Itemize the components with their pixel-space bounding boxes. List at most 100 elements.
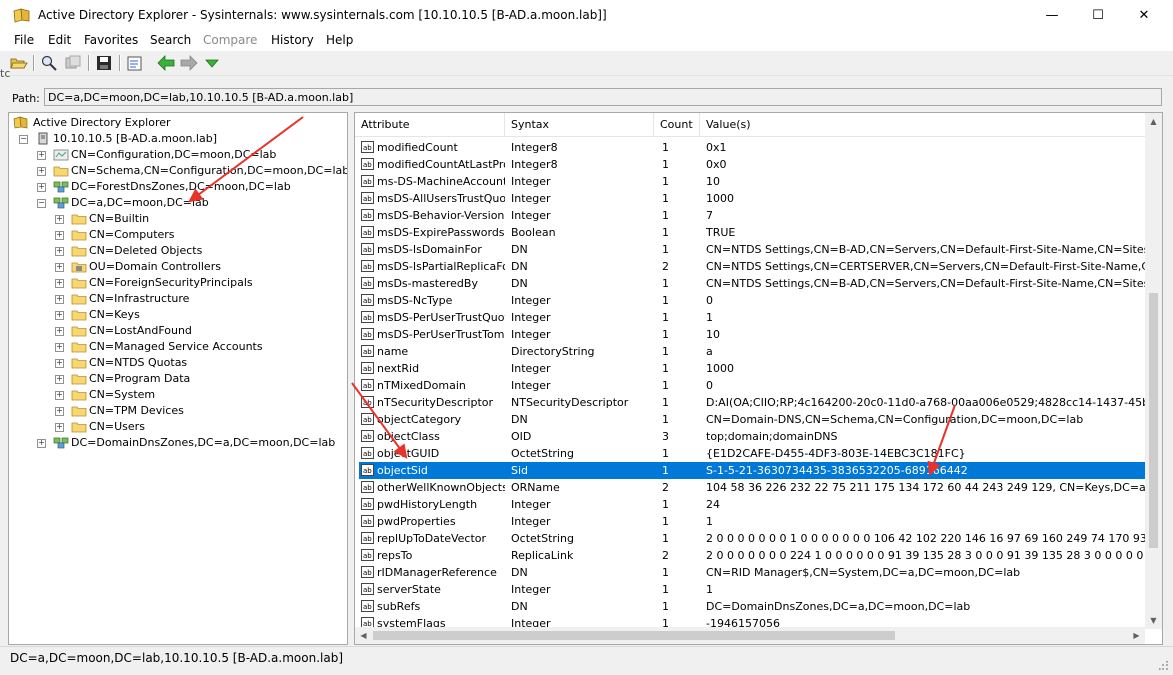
disconnect-icon[interactable] [64, 54, 82, 72]
scroll-up-icon[interactable]: ▲ [1145, 113, 1162, 130]
tree-node[interactable]: + CN=TPM Devices [55, 403, 343, 419]
save-icon[interactable] [95, 54, 113, 72]
object-tree[interactable]: Active Directory Explorer − 10.10.10.5 [… [8, 112, 348, 645]
attribute-row[interactable]: ab objectGUID OctetString 1 {E1D2CAFE-D455-4… [359, 445, 1145, 462]
attribute-row[interactable]: ab objectClass OID 3 top;domain;domainDNS [359, 428, 1145, 445]
properties-icon[interactable] [126, 54, 144, 72]
attribute-row[interactable]: ab rIDManagerReference DN 1 CN=RID Manager$,… [359, 564, 1145, 581]
attribute-row[interactable]: ab msDS-AllUsersTrustQuota Integer 1 1000 [359, 190, 1145, 207]
tree-root[interactable]: Active Directory Explorer [13, 115, 343, 131]
menu-search[interactable]: Search [150, 33, 191, 47]
tree-node[interactable]: + CN=ForeignSecurityPrincipals [55, 275, 343, 291]
tree-node[interactable]: + CN=Managed Service Accounts [55, 339, 343, 355]
horizontal-scroll-thumb[interactable] [373, 631, 895, 640]
scroll-left-icon[interactable]: ◀ [355, 627, 372, 644]
tree-node[interactable]: + CN=Computers [55, 227, 343, 243]
expand-icon[interactable]: + [55, 327, 64, 336]
minimize-button[interactable]: — [1029, 0, 1075, 31]
expand-icon[interactable]: + [55, 407, 64, 416]
column-attribute[interactable]: Attribute [355, 113, 505, 137]
tree-node[interactable]: + OU=Domain Controllers [55, 259, 343, 275]
attribute-row[interactable]: ab msDs-masteredBy DN 1 CN=NTDS Settings,CN=… [359, 275, 1145, 292]
attribute-row[interactable]: ab nextRid Integer 1 1000 [359, 360, 1145, 377]
horizontal-scrollbar[interactable]: ◀ ▶ [355, 627, 1145, 644]
attribute-row[interactable]: ab msDS-IsDomainFor DN 1 CN=NTDS Settings,CN… [359, 241, 1145, 258]
column-syntax[interactable]: Syntax [505, 113, 654, 137]
column-values[interactable]: Value(s) [700, 113, 1145, 137]
attribute-row[interactable]: ab name DirectoryString 1 a [359, 343, 1145, 360]
vertical-scroll-thumb[interactable] [1149, 293, 1158, 548]
attribute-row[interactable]: ab modifiedCount Integer8 1 0x1 [359, 139, 1145, 156]
expand-icon[interactable]: + [37, 183, 46, 192]
attribute-row[interactable]: ab pwdProperties Integer 1 1 [359, 513, 1145, 530]
attribute-row[interactable]: ab nTSecurityDescriptor NTSecurityDescript… [359, 394, 1145, 411]
tree-node[interactable]: + CN=Deleted Objects [55, 243, 343, 259]
attribute-row[interactable]: ab modifiedCountAtLastProm Integer8 1 0x0 [359, 156, 1145, 173]
expand-icon[interactable]: + [55, 279, 64, 288]
connect-icon[interactable] [40, 54, 58, 72]
attribute-row[interactable]: ab msDS-PerUserTrustTom... Integer 1 10 [359, 326, 1145, 343]
tree-node[interactable]: + CN=Keys [55, 307, 343, 323]
attribute-row[interactable]: ab repsTo ReplicaLink 2 2 0 0 0 0 0 0 0 224 … [359, 547, 1145, 564]
attribute-row[interactable]: ab objectCategory DN 1 CN=Domain-DNS,CN=Sche… [359, 411, 1145, 428]
expand-icon[interactable]: + [55, 215, 64, 224]
attribute-row[interactable]: ab nTMixedDomain Integer 1 0 [359, 377, 1145, 394]
tree-node[interactable]: + CN=Infrastructure [55, 291, 343, 307]
menu-favorites[interactable]: Favorites [84, 33, 138, 47]
scroll-right-icon[interactable]: ▶ [1128, 627, 1145, 644]
expand-icon[interactable]: + [37, 439, 46, 448]
tree-server[interactable]: − 10.10.10.5 [B-AD.a.moon.lab] [19, 131, 343, 147]
resize-grip-icon[interactable] [1159, 661, 1169, 671]
vertical-scrollbar[interactable]: ▲ ▼ [1145, 113, 1162, 629]
menu-file[interactable]: File [14, 33, 34, 47]
path-field[interactable]: DC=a,DC=moon,DC=lab,10.10.10.5 [B-AD.a.m… [44, 88, 1162, 106]
expand-icon[interactable]: + [55, 263, 64, 272]
expand-icon[interactable]: + [55, 343, 64, 352]
collapse-icon[interactable]: − [37, 199, 46, 208]
attribute-row[interactable]: ab serverState Integer 1 1 [359, 581, 1145, 598]
menu-history[interactable]: History [271, 33, 314, 47]
tree-node[interactable]: + CN=LostAndFound [55, 323, 343, 339]
attribute-row[interactable]: ab pwdHistoryLength Integer 1 24 [359, 496, 1145, 513]
tree-node[interactable]: + CN=Users [55, 419, 343, 435]
expand-icon[interactable]: + [55, 231, 64, 240]
tree-node[interactable]: + CN=Configuration,DC=moon,DC=lab [37, 147, 343, 163]
tree-node[interactable]: − DC=a,DC=moon,DC=lab [37, 195, 343, 211]
attribute-row[interactable]: ab msDS-NcType Integer 1 0 [359, 292, 1145, 309]
menu-edit[interactable]: Edit [48, 33, 71, 47]
attribute-list[interactable]: Attribute Syntax Count Value(s) ab modifi… [354, 112, 1163, 645]
expand-icon[interactable]: + [55, 359, 64, 368]
attribute-row[interactable]: ab msDS-PerUserTrustQuota Integer 1 1 [359, 309, 1145, 326]
tree-node[interactable]: + CN=Builtin [55, 211, 343, 227]
tree-node[interactable]: + CN=Program Data [55, 371, 343, 387]
expand-icon[interactable]: + [55, 247, 64, 256]
attribute-row[interactable]: ab msDS-Behavior-Version Integer 1 7 [359, 207, 1145, 224]
expand-icon[interactable]: + [55, 311, 64, 320]
expand-icon[interactable]: + [55, 295, 64, 304]
tree-node[interactable]: + CN=NTDS Quotas [55, 355, 343, 371]
forward-arrow-icon[interactable] [180, 54, 198, 72]
open-folder-icon[interactable] [10, 54, 28, 72]
tree-node[interactable]: + DC=DomainDnsZones,DC=a,DC=moon,DC=lab [37, 435, 343, 451]
column-count[interactable]: Count [654, 113, 700, 137]
attribute-row[interactable]: ab msDS-ExpirePasswords... Boolean 1 TRUE [359, 224, 1145, 241]
attribute-row[interactable]: ab otherWellKnownObjects ORName 2 104 58 36 … [359, 479, 1145, 496]
attribute-row[interactable]: ab replUpToDateVector OctetString 1 2 0 0 0 … [359, 530, 1145, 547]
tree-node[interactable]: + DC=ForestDnsZones,DC=moon,DC=lab [37, 179, 343, 195]
attribute-row[interactable]: ab subRefs DN 1 DC=DomainDnsZones,DC=a,DC=mo… [359, 598, 1145, 615]
dropdown-arrow-icon[interactable] [203, 54, 221, 72]
attribute-row[interactable]: ab objectSid Sid 1 S-1-5-21-3630734435-38365… [359, 462, 1145, 479]
close-button[interactable]: ✕ [1121, 0, 1167, 31]
attribute-row[interactable]: ab msDS-IsPartialReplicaFor DN 2 CN=NTDS Set… [359, 258, 1145, 275]
expand-icon[interactable]: + [55, 423, 64, 432]
expand-icon[interactable]: + [37, 167, 46, 176]
expand-icon[interactable]: + [37, 151, 46, 160]
menu-help[interactable]: Help [326, 33, 353, 47]
expand-icon[interactable]: + [55, 375, 64, 384]
expand-icon[interactable]: + [55, 391, 64, 400]
tree-node[interactable]: + CN=Schema,CN=Configuration,DC=moon,DC=l… [37, 163, 347, 179]
scroll-down-icon[interactable]: ▼ [1145, 612, 1162, 629]
attribute-row[interactable]: ab ms-DS-MachineAccount... Integer 1 10 [359, 173, 1145, 190]
collapse-icon[interactable]: − [19, 135, 28, 144]
maximize-button[interactable]: ☐ [1075, 0, 1121, 31]
